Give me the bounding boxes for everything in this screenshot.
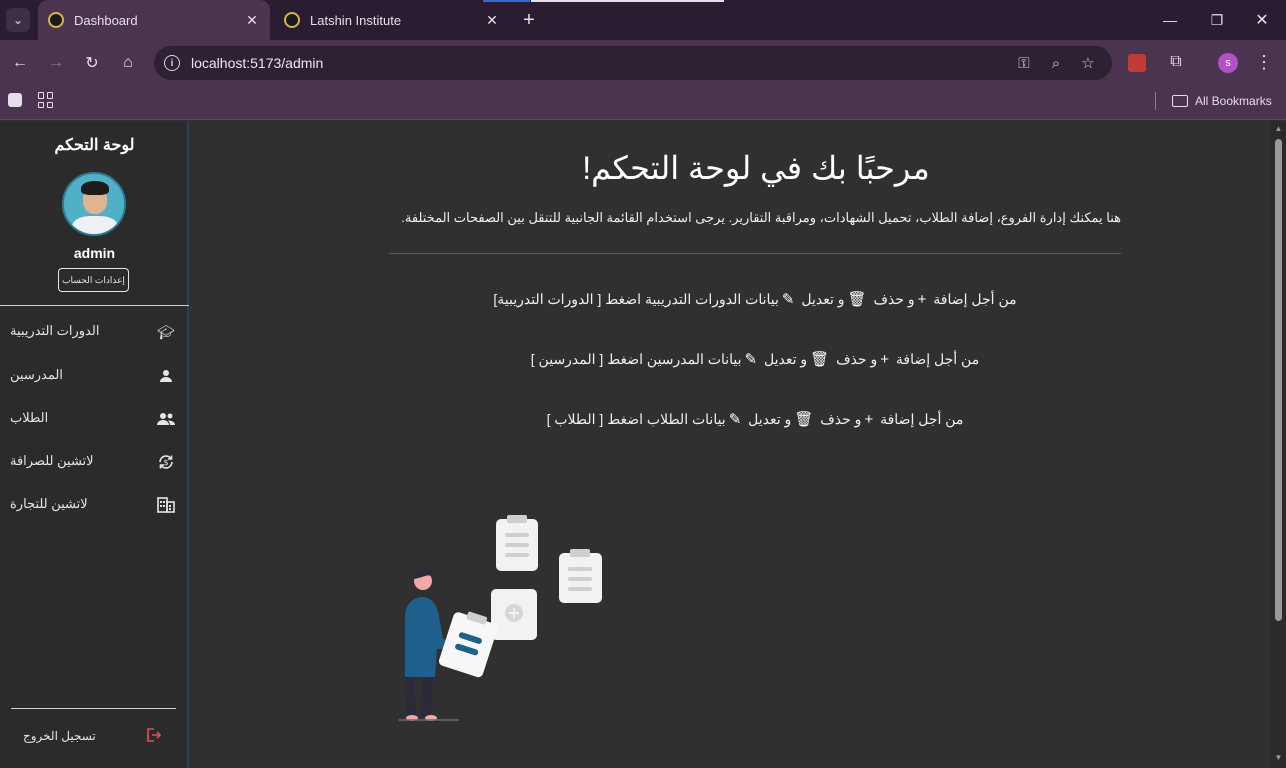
pencil-icon: ✎ (781, 291, 795, 308)
close-tab-icon[interactable]: ✕ (484, 12, 500, 28)
sidebar-item-label: الطلاب (10, 410, 49, 425)
instruction-text: و تعديل (801, 291, 845, 307)
account-settings-button[interactable]: إعدادات الحساب (58, 268, 129, 292)
scroll-up-icon[interactable]: ▲ (1274, 124, 1283, 133)
pencil-icon: ✎ (728, 411, 742, 428)
apps-grid-icon[interactable] (38, 92, 54, 108)
profile-avatar[interactable]: s (1218, 53, 1238, 73)
site-info-icon[interactable]: i (164, 55, 180, 71)
extensions-puzzle-icon[interactable]: ⧉ (1165, 51, 1187, 73)
trash-icon: 🗑︎ (794, 411, 814, 428)
all-bookmarks-button[interactable]: All Bookmarks (1172, 91, 1272, 111)
instruction-text: بيانات المدرسين اضغط [ المدرسين ] (530, 351, 742, 367)
person-icon (156, 367, 176, 385)
page-scrollbar[interactable]: ▲ ▼ (1271, 121, 1286, 768)
plus-icon: + (880, 351, 889, 368)
scroll-down-icon[interactable]: ▼ (1274, 753, 1283, 762)
sidebar-item-label: لاتشين للتجارة (10, 496, 88, 511)
address-bar[interactable]: i localhost:5173/admin ⚿ ⌕ ☆ (154, 46, 1112, 80)
url-text[interactable]: localhost:5173/admin (191, 55, 323, 71)
plus-icon: + (917, 291, 927, 308)
close-window-button[interactable]: ✕ (1252, 10, 1272, 30)
browser-tab-strip: ⌄ Dashboard ✕ Latshin Institute ✕ + — ❐ … (0, 0, 1286, 40)
instruction-text: و تعديل (748, 411, 792, 427)
sidebar-item-courses[interactable]: الدورات التدريبية 🎓︎ (0, 311, 189, 353)
logout-icon (143, 726, 163, 744)
building-icon (156, 496, 176, 514)
sidebar-divider (0, 305, 189, 306)
instruction-text: بيانات الدورات التدريبية اضغط [ الدورات … (493, 291, 779, 307)
tab-dashboard[interactable]: Dashboard ✕ (38, 0, 270, 40)
new-tab-button[interactable]: + (518, 9, 540, 31)
pencil-icon: ✎ (744, 351, 758, 368)
instruction-courses: من أجل إضافة +و حذف 🗑︎و تعديل ✎بيانات ال… (389, 290, 1121, 308)
instruction-text: من أجل إضافة (880, 411, 964, 427)
instruction-text: بيانات الطلاب اضغط [ الطلاب ] (546, 411, 726, 427)
sidebar-item-trading[interactable]: لاتشين للتجارة (0, 484, 189, 526)
svg-text:$: $ (163, 458, 168, 467)
all-bookmarks-label: All Bookmarks (1195, 94, 1272, 108)
tab-title: Latshin Institute (310, 12, 402, 28)
instruction-teachers: من أجل إضافة +و حذف 🗑︎و تعديل ✎بيانات ال… (389, 350, 1121, 368)
sidebar: لوحة التحكم admin إعدادات الحساب الدورات… (0, 121, 189, 768)
password-key-icon[interactable]: ⚿ (1014, 53, 1034, 73)
instruction-text: و تعديل (763, 351, 808, 367)
tab-latshin-institute[interactable]: Latshin Institute ✕ (274, 0, 510, 40)
minimize-window-button[interactable]: — (1160, 10, 1180, 30)
content-divider (389, 253, 1121, 254)
reload-button[interactable]: ↻ (80, 51, 104, 75)
home-button[interactable]: ⌂ (116, 51, 140, 75)
favicon-icon (48, 12, 64, 28)
instruction-text: و حذف (836, 351, 878, 367)
favicon-icon (284, 12, 300, 28)
forward-button[interactable]: → (44, 51, 68, 75)
instruction-text: من أجل إضافة (933, 291, 1017, 307)
back-button[interactable]: ← (8, 51, 32, 75)
instruction-text: و حذف (820, 411, 862, 427)
trash-icon: 🗑︎ (847, 291, 867, 308)
scrollbar-thumb[interactable] (1275, 139, 1282, 621)
tab-drag-indicator (531, 0, 724, 2)
sidebar-item-teachers[interactable]: المدرسين (0, 355, 189, 397)
user-avatar (62, 172, 126, 236)
folder-icon (1172, 95, 1188, 107)
sidebar-title: لوحة التحكم (54, 137, 135, 154)
close-tab-icon[interactable]: ✕ (244, 12, 260, 28)
sidebar-item-students[interactable]: الطلاب (0, 398, 189, 440)
graduation-cap-icon: 🎓︎ (157, 323, 175, 340)
logout-button[interactable]: تسجيل الخروج (0, 721, 189, 751)
intro-text: هنا يمكنك إدارة الفروع، إضافة الطلاب، تح… (401, 210, 1121, 225)
bookmarks-separator (1155, 92, 1156, 110)
browser-menu-icon[interactable]: ⋮ (1254, 51, 1274, 73)
zoom-icon[interactable]: ⌕ (1046, 53, 1066, 73)
instruction-text: من أجل إضافة (895, 351, 980, 367)
bookmarks-bar: All Bookmarks (0, 86, 1286, 120)
clipboard-illustration (399, 515, 602, 721)
tab-loading-indicator (483, 0, 530, 2)
extension-icon[interactable] (1128, 54, 1146, 72)
instruction-students: من أجل إضافة +و حذف 🗑︎و تعديل ✎بيانات ال… (389, 410, 1121, 428)
tab-search-button[interactable]: ⌄ (6, 8, 30, 32)
plus-icon: + (864, 411, 874, 428)
restore-window-button[interactable]: ❐ (1207, 10, 1227, 30)
sidebar-item-exchange[interactable]: لاتشين للصرافة $ (0, 441, 189, 483)
page-title: مرحبًا بك في لوحة التحكم! (582, 150, 930, 186)
sidebar-item-label: لاتشين للصرافة (10, 453, 94, 468)
trash-icon: 🗑︎ (810, 351, 830, 368)
main-content: مرحبًا بك في لوحة التحكم! هنا يمكنك إدار… (191, 121, 1271, 768)
sidebar-item-label: المدرسين (10, 367, 63, 382)
people-icon (156, 410, 176, 428)
bookmark-star-icon[interactable]: ☆ (1078, 53, 1098, 73)
logout-label: تسجيل الخروج (23, 729, 96, 743)
sidebar-item-label: الدورات التدريبية (10, 323, 100, 338)
currency-exchange-icon: $ (156, 453, 176, 471)
browser-toolbar: ← → ↻ ⌂ i localhost:5173/admin ⚿ ⌕ ☆ ⧉ s… (0, 40, 1286, 86)
instruction-text: و حذف (873, 291, 915, 307)
admin-app: لوحة التحكم admin إعدادات الحساب الدورات… (0, 121, 1286, 768)
username: admin (73, 245, 116, 261)
tab-title: Dashboard (74, 12, 138, 28)
tab-group-icon[interactable] (8, 93, 22, 107)
sidebar-divider (11, 708, 176, 709)
